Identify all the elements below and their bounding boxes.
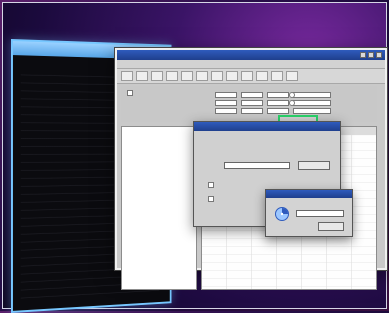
toolbar-button-7[interactable] (211, 71, 223, 81)
radio-button-2[interactable] (289, 100, 295, 106)
dialog-option-2[interactable] (208, 196, 217, 202)
top-panel-radio-group (289, 90, 298, 106)
field-input-10[interactable] (241, 108, 263, 114)
list-row (125, 258, 193, 266)
window-controls (360, 52, 382, 58)
toolbar-button-11[interactable] (271, 71, 283, 81)
toolbar-button-9[interactable] (241, 71, 253, 81)
list-row (125, 234, 193, 242)
list-row (125, 138, 193, 146)
toolbar-button-8[interactable] (226, 71, 238, 81)
field-input-8[interactable] (293, 100, 331, 106)
progress-dialog-title (266, 190, 352, 198)
minimize-button[interactable] (360, 52, 366, 58)
field-input-4[interactable] (293, 92, 331, 98)
toolbar-button-3[interactable] (151, 71, 163, 81)
list-row (125, 162, 193, 170)
list-row (125, 130, 193, 138)
progress-icon (275, 207, 289, 221)
screenshot-background (2, 2, 387, 313)
menu-bar (117, 60, 385, 69)
list-row (125, 178, 193, 186)
field-input-6[interactable] (241, 100, 263, 106)
dialog-title (194, 122, 340, 131)
progress-dialog (265, 189, 353, 237)
list-row (125, 210, 193, 218)
app-titlebar (117, 50, 385, 60)
toolbar-button-10[interactable] (256, 71, 268, 81)
dialog-option-1[interactable] (208, 182, 217, 188)
list-row (125, 186, 193, 194)
list-row (125, 250, 193, 258)
toolbar-button-4[interactable] (166, 71, 178, 81)
field-input-3[interactable] (267, 92, 289, 98)
radio-option-2[interactable] (289, 100, 298, 106)
maximize-button[interactable] (368, 52, 374, 58)
list-row (125, 226, 193, 234)
field-input-1[interactable] (215, 92, 237, 98)
list-row (125, 170, 193, 178)
field-input-9[interactable] (215, 108, 237, 114)
progress-ok-button[interactable] (318, 222, 344, 231)
toolbar-button-6[interactable] (196, 71, 208, 81)
toolbar-button-1[interactable] (121, 71, 133, 81)
list-row (125, 154, 193, 162)
progress-input[interactable] (296, 210, 344, 217)
toolbar-button-12[interactable] (286, 71, 298, 81)
toolbar-button-5[interactable] (181, 71, 193, 81)
field-input-12[interactable] (293, 108, 331, 114)
list-row (125, 242, 193, 250)
properties-list (121, 126, 197, 290)
checkbox[interactable] (127, 90, 133, 96)
list-row (125, 218, 193, 226)
top-panel (121, 86, 377, 122)
field-input-5[interactable] (215, 100, 237, 106)
toolbar-button-2[interactable] (136, 71, 148, 81)
top-panel-checkbox[interactable] (127, 90, 136, 96)
radio-button-1[interactable] (289, 92, 295, 98)
top-panel-fields (179, 92, 331, 114)
field-input-7[interactable] (267, 100, 289, 106)
field-input-2[interactable] (241, 92, 263, 98)
dialog-option-1-checkbox[interactable] (208, 182, 214, 188)
dialog-combobox[interactable] (224, 162, 290, 169)
field-input-11[interactable] (267, 108, 289, 114)
list-row (125, 202, 193, 210)
radio-option-1[interactable] (289, 92, 298, 98)
close-button[interactable] (376, 52, 382, 58)
dialog-option-2-checkbox[interactable] (208, 196, 214, 202)
dialog-browse-button[interactable] (298, 161, 330, 170)
list-row (125, 194, 193, 202)
list-row (125, 146, 193, 154)
